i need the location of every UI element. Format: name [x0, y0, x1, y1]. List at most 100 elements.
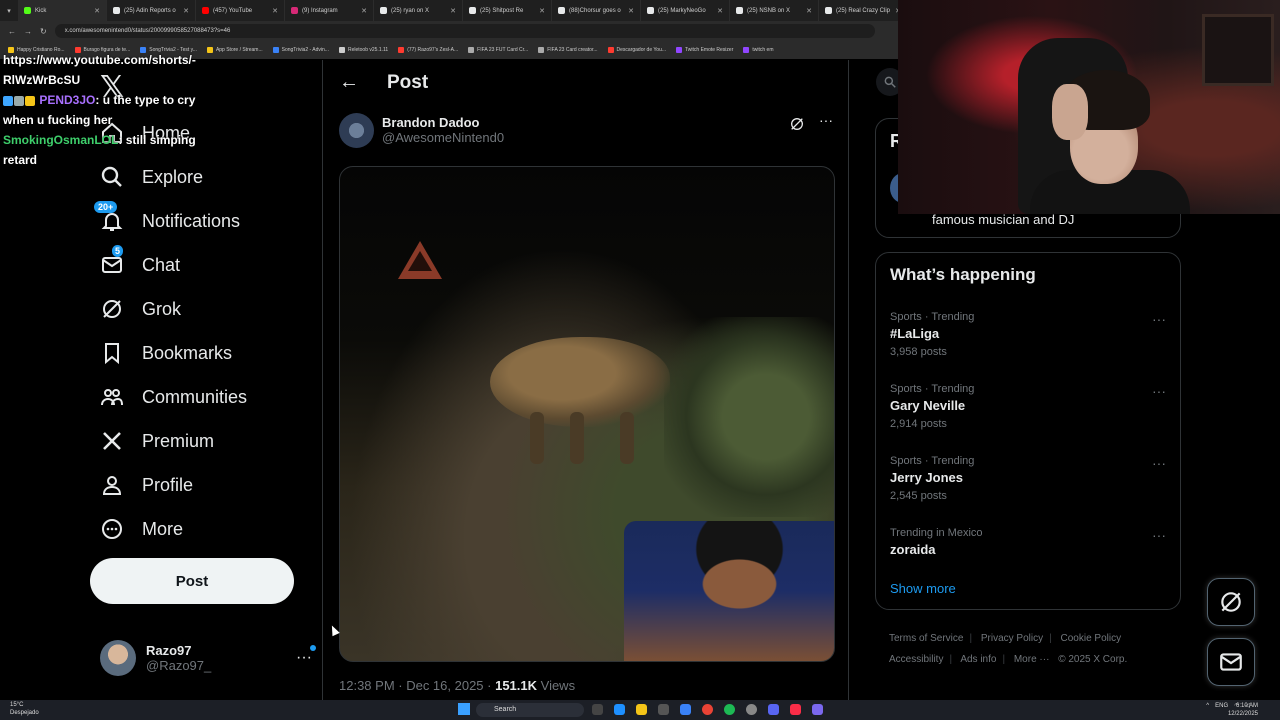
- back-arrow-icon[interactable]: ←: [339, 71, 359, 94]
- weather-widget[interactable]: 15°C Despejado: [10, 701, 39, 717]
- file-explorer-icon[interactable]: [636, 704, 647, 715]
- trend-item[interactable]: Trending in Mexico zoraida ···: [890, 527, 1170, 587]
- chat-line: PEND3JO: u the type to cry: [3, 90, 233, 110]
- terms-link[interactable]: Terms of Service: [889, 633, 963, 644]
- bookmark-item[interactable]: Descargador de You...: [607, 47, 666, 53]
- nav-item-grok[interactable]: Grok: [100, 291, 181, 327]
- cookie-link[interactable]: Cookie Policy: [1061, 633, 1122, 644]
- bookmark-favicon-icon: [468, 47, 475, 53]
- url-input[interactable]: x.com/awesomenintend0/status/20009990585…: [54, 24, 875, 38]
- more-dots-icon[interactable]: ···: [1152, 383, 1166, 399]
- bookmark-item[interactable]: FIFA 23 FUT Card Cr...: [468, 47, 528, 53]
- edge-icon[interactable]: [614, 704, 625, 715]
- bookmark-label: FIFA 23 FUT Card Cr...: [477, 47, 529, 53]
- close-icon[interactable]: ✕: [628, 7, 634, 15]
- close-icon[interactable]: ✕: [272, 7, 278, 15]
- browser-tab[interactable]: (9) Instagram ✕: [285, 0, 374, 21]
- trend-name: zoraida: [890, 542, 936, 557]
- browser-tab[interactable]: (25) Real Crazy Clip✕: [819, 0, 908, 21]
- close-icon[interactable]: ✕: [717, 7, 723, 15]
- trend-item[interactable]: Sports · Trending Gary Neville 2,914 posts…: [890, 383, 1170, 443]
- nav-item-more[interactable]: More: [100, 511, 183, 547]
- browser-tab[interactable]: (25) MarkyNeoGo ✕: [641, 0, 730, 21]
- browser-tab[interactable]: (25) ryan on X ✕: [374, 0, 463, 21]
- clock[interactable]: 6:10 AM 12/22/2025: [1228, 702, 1258, 718]
- forward-arrow-icon[interactable]: →: [24, 27, 32, 36]
- close-icon[interactable]: ✕: [806, 7, 812, 15]
- browser-tab[interactable]: (25) Shitpost Re ✕: [463, 0, 552, 21]
- chat-line: when u fucking her: [3, 113, 113, 127]
- show-more-link[interactable]: Show more: [890, 581, 956, 596]
- author-handle[interactable]: @AwesomeNintend0: [382, 130, 504, 145]
- view-count: 151.1K: [495, 678, 538, 693]
- more-dots-icon[interactable]: ···: [1152, 455, 1166, 471]
- more-dots-icon[interactable]: ···: [1152, 527, 1166, 543]
- author-name[interactable]: Brandon Dadoo: [382, 115, 504, 130]
- app-icon[interactable]: [812, 704, 823, 715]
- nav-item-chat[interactable]: 5 Chat: [100, 245, 180, 283]
- bookmark-item[interactable]: SongTrivia2 - Advin...: [272, 47, 329, 53]
- nav-item-profile[interactable]: Profile: [100, 467, 193, 503]
- windows-start-icon[interactable]: [458, 703, 470, 715]
- nav-item-communities[interactable]: Communities: [100, 379, 247, 415]
- language-indicator[interactable]: ENG: [1215, 703, 1228, 709]
- reload-icon[interactable]: ↻: [40, 27, 47, 36]
- music-icon[interactable]: [790, 704, 801, 715]
- avatar: [100, 640, 136, 676]
- close-icon[interactable]: ✕: [183, 7, 189, 15]
- post-button[interactable]: Post: [90, 558, 294, 604]
- post-timestamp: 12:38 PM · Dec 16, 2025 · 151.1K Views: [339, 678, 575, 693]
- nav-item-notifications[interactable]: 20+ Notifications: [94, 201, 240, 239]
- author-avatar[interactable]: [339, 112, 374, 148]
- browser-tab[interactable]: (25) NSNB on X ✕: [730, 0, 819, 21]
- spotify-icon[interactable]: [724, 704, 735, 715]
- trend-item[interactable]: Sports · Trending #LaLiga 3,958 posts ···: [890, 311, 1170, 371]
- privacy-link[interactable]: Privacy Policy: [981, 633, 1043, 644]
- discord-icon[interactable]: [768, 704, 779, 715]
- bookmark-item[interactable]: Reletoob v25.1.11: [338, 47, 388, 53]
- tab-label: (25) MarkyNeoGo: [658, 7, 706, 14]
- chat-line: SmokingOsmanLOL: still simping: [3, 130, 233, 150]
- trend-item[interactable]: Sports · Trending Jerry Jones 2,545 posts ·…: [890, 455, 1170, 515]
- post-video[interactable]: [339, 166, 835, 662]
- bookmark-label: Twitch Emote Resizer: [685, 47, 734, 53]
- tab-label: (25) Real Crazy Clip: [836, 7, 891, 14]
- settings-icon[interactable]: [746, 704, 757, 715]
- close-icon[interactable]: ✕: [539, 7, 545, 15]
- more-dots-icon[interactable]: ···: [819, 112, 833, 128]
- nav-item-premium[interactable]: Premium: [100, 423, 214, 459]
- grok-float-button[interactable]: [1207, 578, 1255, 626]
- more-dots-icon[interactable]: ···: [296, 645, 316, 667]
- mail-app-icon[interactable]: [680, 704, 691, 715]
- bookmark-item[interactable]: (77) Razo97's Zesl-A...: [398, 47, 458, 53]
- more-link[interactable]: More ···: [1014, 654, 1050, 665]
- nav-item-label: Grok: [142, 298, 182, 319]
- close-icon[interactable]: ✕: [450, 7, 456, 15]
- post-author[interactable]: Brandon Dadoo @AwesomeNintend0 ···: [339, 110, 835, 150]
- store-icon[interactable]: [658, 704, 669, 715]
- bookmark-item[interactable]: FIFA 23 Card creator...: [538, 47, 598, 53]
- tab-menu-icon[interactable]: ▾: [0, 7, 18, 15]
- trend-category: Sports · Trending: [890, 455, 975, 467]
- browser-tab[interactable]: (457) YouTube ✕: [196, 0, 285, 21]
- more-dots-icon[interactable]: ···: [1152, 311, 1166, 327]
- chevron-up-icon[interactable]: ^: [1206, 703, 1209, 709]
- bookmark-item[interactable]: Twitch Emote Resizer: [676, 47, 733, 53]
- messages-float-button[interactable]: [1207, 638, 1255, 686]
- accessibility-link[interactable]: Accessibility: [889, 654, 943, 665]
- close-icon[interactable]: ✕: [94, 7, 100, 15]
- nav-item-bookmarks[interactable]: Bookmarks: [100, 335, 232, 371]
- browser-tab[interactable]: (88)Chorsur goes o ✕: [552, 0, 641, 21]
- task-view-icon[interactable]: [592, 704, 603, 715]
- close-icon[interactable]: ✕: [361, 7, 367, 15]
- bookmark-item[interactable]: twitch em: [743, 47, 774, 53]
- account-switcher[interactable]: Razo97 @Razo97_ ···: [100, 638, 316, 678]
- tab-label: (25) ryan on X: [391, 7, 430, 14]
- back-arrow-icon[interactable]: ←: [8, 27, 16, 36]
- grok-icon[interactable]: [789, 116, 805, 137]
- browser-tab[interactable]: Kick ✕: [18, 0, 107, 21]
- chrome-icon[interactable]: [702, 704, 713, 715]
- browser-tab[interactable]: (25) Adin Reports o ✕: [107, 0, 196, 21]
- ads-info-link[interactable]: Ads info: [960, 654, 996, 665]
- taskbar-search[interactable]: Search: [476, 703, 584, 717]
